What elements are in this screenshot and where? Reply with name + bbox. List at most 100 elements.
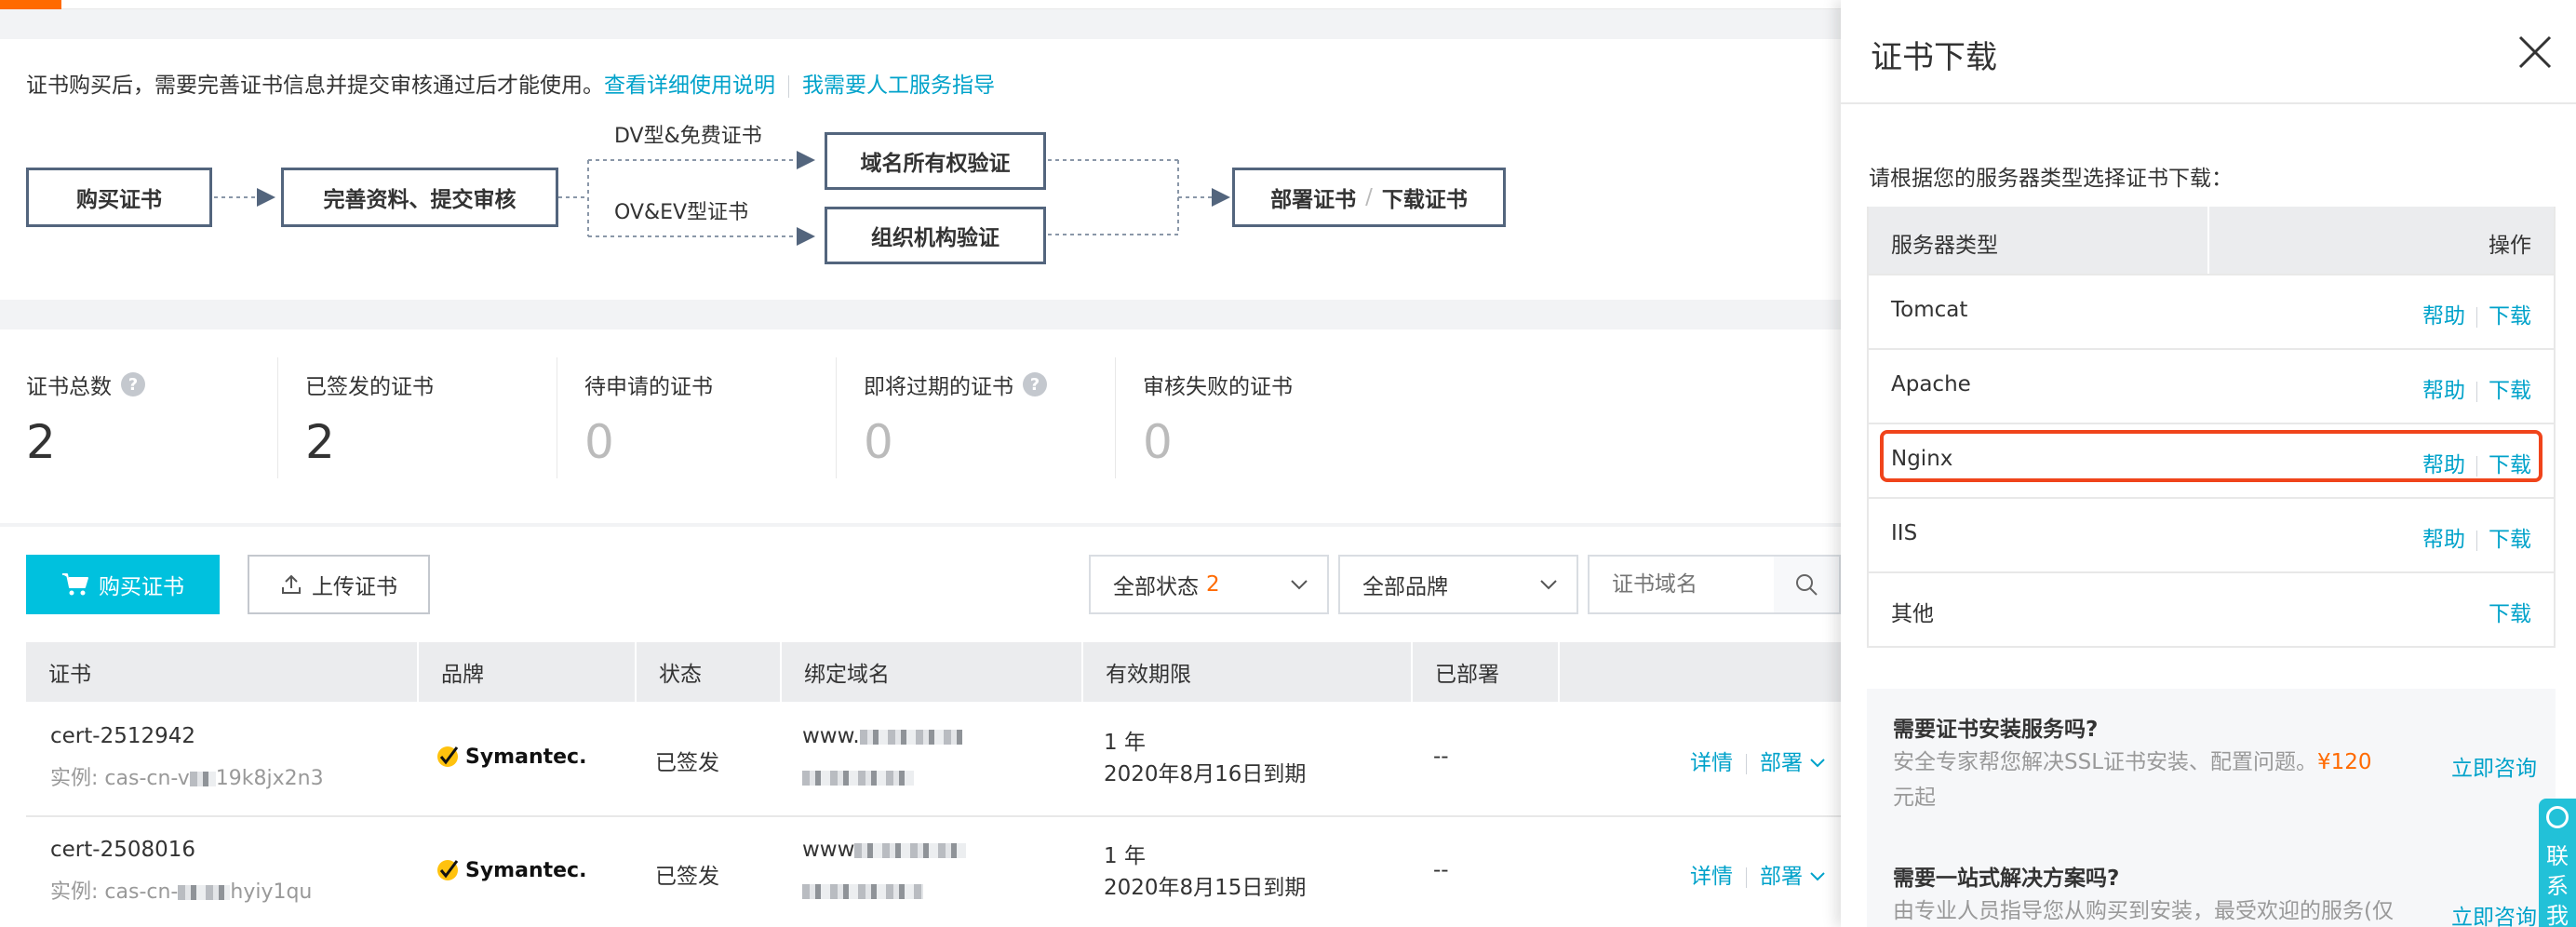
action-divider [2476,306,2477,328]
help-link[interactable]: 帮助 [2422,528,2465,552]
stat-issued: 已签发的证书 2 [305,369,434,480]
deploy-dropdown[interactable]: 部署 [1760,751,1803,775]
column-divider [1558,642,1560,702]
search-button[interactable] [1774,555,1841,614]
column-header-server-type: 服务器类型 [1891,234,1998,258]
brand-filter-select[interactable]: 全部品牌 [1338,555,1578,614]
symantec-check-icon [437,860,459,880]
server-name: Apache [1891,372,1971,396]
action-divider [1746,867,1747,888]
upload-icon [282,574,301,594]
process-flow: 购买证书 完善资料、提交审核 DV型&免费证书 OV&EV型证书 域名所有权验证… [0,39,1841,300]
stat-divider [836,357,837,478]
stat-pending-value: 0 [584,415,614,469]
stat-divider [1115,357,1116,478]
consult-install-link[interactable]: 立即咨询 [2451,750,2537,782]
flow-step-complete: 完善资料、提交审核 [281,168,558,227]
column-header-status: 状态 [659,663,702,687]
chevron-down-icon [1810,759,1826,768]
download-link[interactable]: 下载 [2489,528,2531,552]
buy-certificate-button[interactable]: 购买证书 [26,555,220,614]
download-link[interactable]: 下载 [2489,379,2531,403]
stat-pending: 待申请的证书 0 [584,369,713,480]
server-name: Tomcat [1891,298,1968,322]
promo-solution-desc: 由专业人员指导您从购买到安装，最受欢迎的服务(仅 [1893,899,2394,923]
upload-certificate-button[interactable]: 上传证书 [248,555,430,614]
certificate-list: 购买证书 上传证书 全部状态 2 全部品牌 证书 品牌 状态 绑定域名 有效期限 … [0,527,1841,927]
bound-domain-line2 [802,765,914,789]
cert-status: 已签发 [655,751,719,775]
close-icon[interactable] [2516,34,2554,71]
intro-card: 证书购买后，需要完善证书信息并提交审核通过后才能使用。查看详细使用说明 我需要人工… [0,39,1841,300]
redacted-text [854,842,967,858]
detail-link[interactable]: 详情 [1690,865,1733,889]
stat-failed: 审核失败的证书 0 [1143,369,1293,480]
server-name: 其他 [1891,602,1934,626]
action-divider [1746,753,1747,774]
row-actions: 详情 部署 [1690,858,1826,890]
drawer-title: 证书下载 [1871,39,1997,76]
top-accent-tab [0,0,61,9]
redacted-text [859,729,962,745]
table-header: 证书 品牌 状态 绑定域名 有效期限 已部署 [26,642,1841,702]
table-row: cert-2512942 实例: cas-cn-v 19k8jx2n3 Syman… [26,704,1841,817]
status-filter-count: 2 [1206,572,1220,597]
upload-certificate-label: 上传证书 [312,575,397,599]
stat-expiring-value: 0 [864,415,893,469]
brand-name: Symantec. [465,745,587,769]
deploy-dropdown[interactable]: 部署 [1760,865,1803,889]
stat-total: 证书总数? 2 [26,369,145,480]
stat-pending-label: 待申请的证书 [584,375,713,399]
stat-issued-value[interactable]: 2 [305,415,434,469]
flow-label-ov: OV&EV型证书 [614,201,749,224]
consult-solution-link[interactable]: 立即咨询 [2451,899,2537,927]
action-divider [2476,381,2477,402]
stat-expiring: 即将过期的证书? 0 [864,369,1047,480]
validity-date: 2020年8月16日到期 [1104,762,1307,786]
help-link[interactable]: 帮助 [2422,379,2465,403]
drawer-hint: 请根据您的服务器类型选择证书下载： [1869,167,2233,191]
contact-label: 联系我 [2546,843,2569,927]
table-row: cert-2508016 实例: cas-cn-hyiy1qu Symantec… [26,817,1841,927]
cert-name: cert-2508016 [50,838,196,862]
help-icon[interactable]: ? [1023,372,1047,396]
stat-failed-label: 审核失败的证书 [1143,375,1293,399]
download-link[interactable]: 下载 [2489,602,2531,626]
stat-divider [277,357,278,478]
flow-step-domain-verify: 域名所有权验证 [825,132,1046,190]
validity-date: 2020年8月15日到期 [1104,876,1307,900]
validity-years: 1 年 [1104,844,1146,868]
flow-step-buy: 购买证书 [26,168,212,227]
flow-step-org-verify: 组织机构验证 [825,207,1046,264]
domain-search-input[interactable] [1588,555,1776,614]
column-header-deployed: 已部署 [1435,663,1499,687]
flow-label-dv: DV型&免费证书 [614,125,762,148]
instance-prefix: 实例: cas-cn- [50,880,179,904]
detail-link[interactable]: 详情 [1690,751,1733,775]
cert-status: 已签发 [655,865,719,889]
column-header-domain: 绑定域名 [804,663,890,687]
redacted-text [189,772,216,786]
domain-prefix: www. [802,724,860,748]
help-link[interactable]: 帮助 [2422,304,2465,329]
status-filter-select[interactable]: 全部状态 2 [1089,555,1329,614]
cert-instance: 实例: cas-cn-v 19k8jx2n3 [50,761,324,791]
brand-logo: Symantec. [436,745,586,769]
server-row-tomcat: Tomcat 帮助 下载 [1869,274,2554,348]
stat-total-label: 证书总数 [26,375,112,399]
redacted-text [802,770,914,786]
cert-instance: 实例: cas-cn-hyiy1qu [50,875,312,905]
promo-install-desc: 安全专家帮您解决SSL证书安装、配置问题。¥120 元起 [1893,745,2414,815]
stat-issued-label: 已签发的证书 [305,375,434,399]
promo-solution-title: 需要一站式解决方案吗? [1893,867,2120,891]
contact-us-tab[interactable]: 联系我 [2539,799,2576,927]
instance-suffix: hyiy1qu [230,880,313,904]
bound-domain-line2 [802,879,923,903]
search-icon [1796,574,1818,596]
download-link[interactable]: 下载 [2489,304,2531,329]
stats-card: 证书总数? 2 已签发的证书 2 待申请的证书 0 即将过期的证书? 0 审核失… [0,329,1841,523]
help-icon[interactable]: ? [121,372,145,396]
action-divider [2476,530,2477,551]
flow-download-text: 下载证书 [1381,188,1468,212]
server-row-apache: Apache 帮助 下载 [1869,348,2554,423]
